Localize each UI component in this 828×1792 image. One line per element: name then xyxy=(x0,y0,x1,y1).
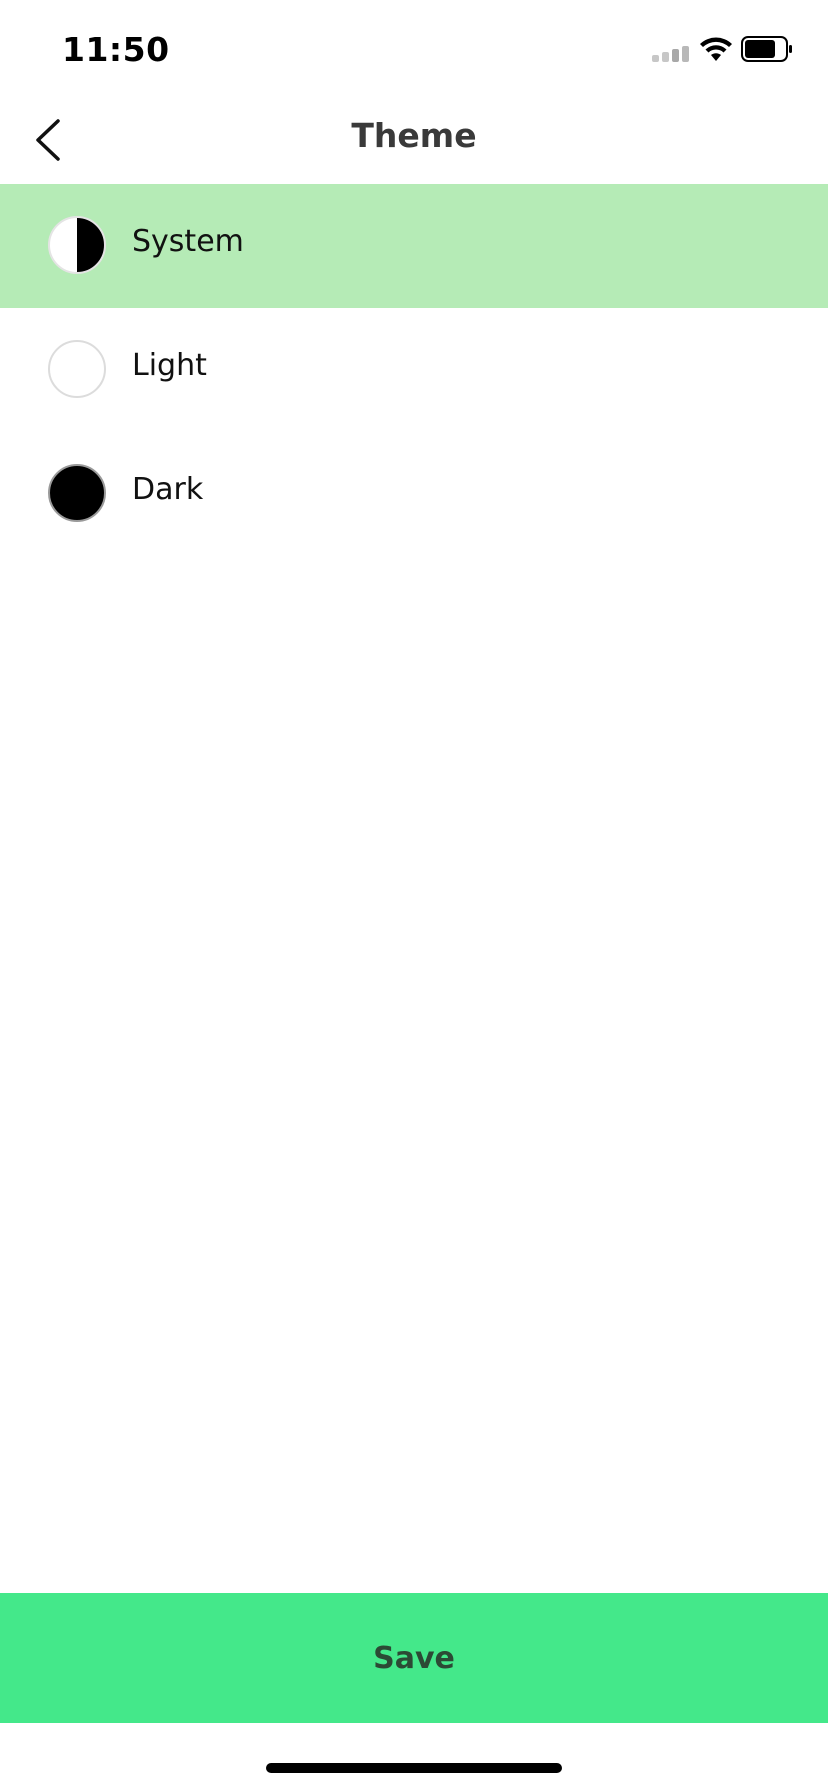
system-theme-swatch-icon xyxy=(48,216,106,274)
option-label: Dark xyxy=(132,472,204,507)
wifi-icon xyxy=(700,37,732,61)
page-title: Theme xyxy=(351,116,477,155)
nav-header: Theme xyxy=(0,96,828,184)
cellular-signal-icon xyxy=(652,44,690,62)
status-time: 11:50 xyxy=(62,30,170,69)
option-label: System xyxy=(132,224,244,259)
dark-theme-swatch-icon xyxy=(48,464,106,522)
save-button[interactable]: Save xyxy=(0,1593,828,1723)
theme-option-light[interactable]: Light xyxy=(0,308,828,432)
status-bar: 11:50 xyxy=(0,0,828,96)
home-indicator[interactable] xyxy=(266,1763,562,1773)
theme-options-list: System Light Dark xyxy=(0,184,828,556)
light-theme-swatch-icon xyxy=(48,340,106,398)
theme-option-dark[interactable]: Dark xyxy=(0,432,828,556)
option-label: Light xyxy=(132,348,207,383)
battery-icon xyxy=(741,36,792,62)
save-button-label: Save xyxy=(373,1640,455,1676)
theme-option-system[interactable]: System xyxy=(0,184,828,308)
